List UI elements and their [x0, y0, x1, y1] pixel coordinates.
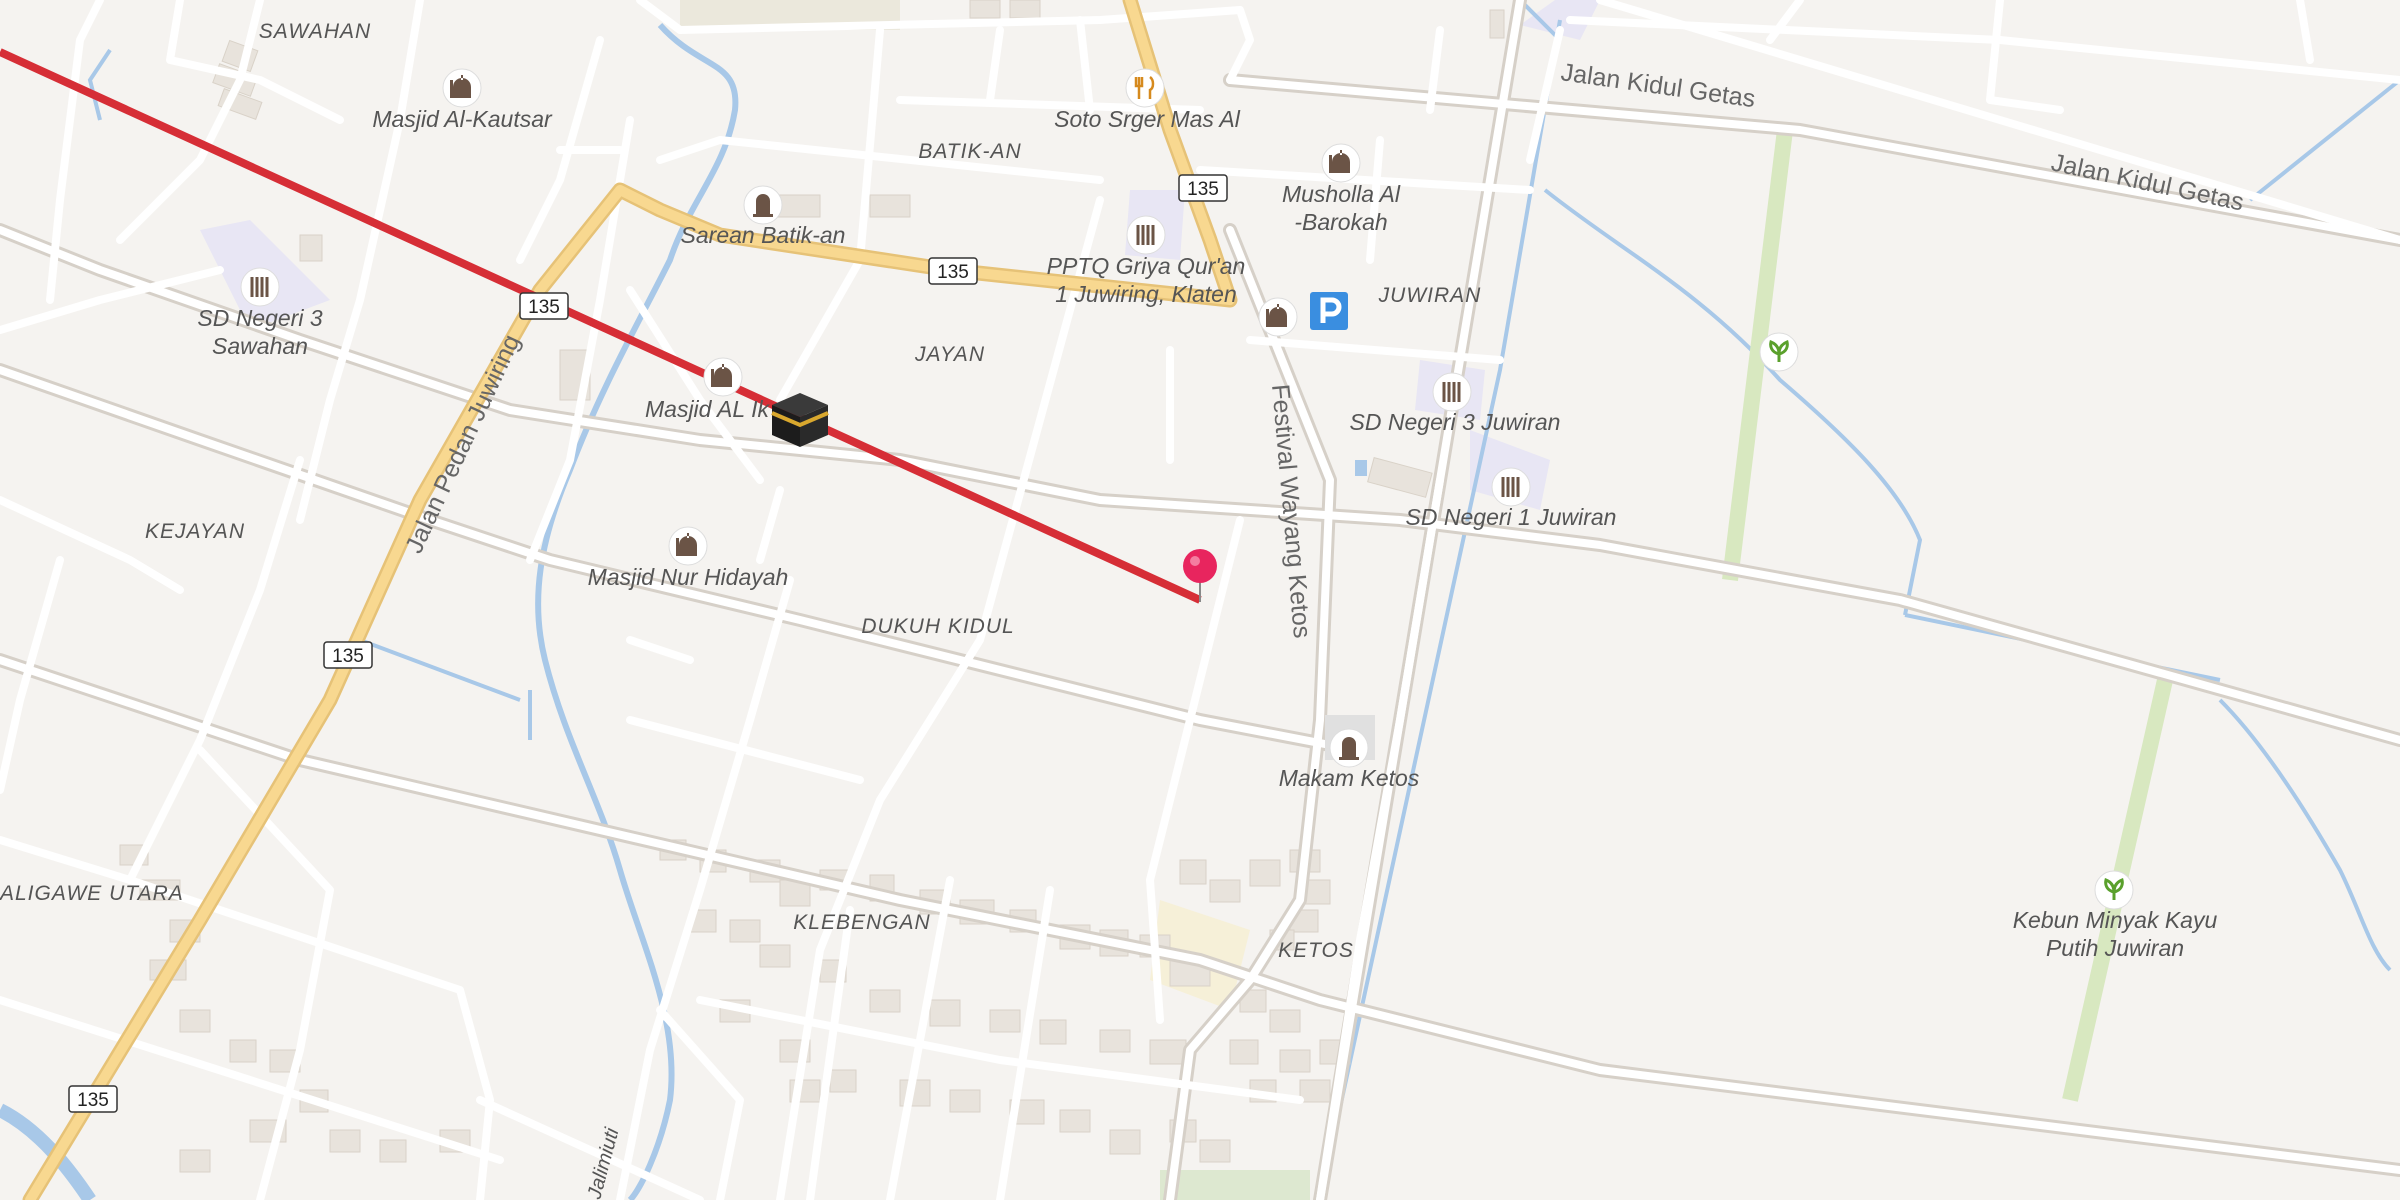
grave-icon [743, 185, 783, 225]
route-shield-label: 135 [332, 646, 364, 667]
mosque-icon [442, 68, 482, 108]
place-label-dukuh-kidul: DUKUH KIDUL [861, 615, 1014, 638]
poi-label: Soto Srger Mas Al [1054, 106, 1241, 132]
poi-label: Masjid AL Ik [645, 396, 770, 422]
route-shield-label: 135 [937, 262, 969, 283]
route-shield-label: 135 [1187, 179, 1219, 200]
place-label-kejayan: KEJAYAN [145, 520, 245, 543]
place-label-klebengan: KLEBENGAN [793, 911, 930, 934]
poi-label: SD Negeri 3 [197, 305, 322, 331]
route-shield: 135 [928, 257, 978, 285]
map-canvas[interactable]: 135 135 135 135 135 Jalan Kidul Getas Ja… [0, 0, 2400, 1200]
poi-label: Sawahan [212, 333, 308, 359]
poi-label: Putih Juwiran [2046, 935, 2184, 961]
school-icon [240, 267, 280, 307]
route-shield-label: 135 [528, 297, 560, 318]
place-label-sawahan: SAWAHAN [259, 20, 371, 43]
grave-icon [1329, 728, 1369, 768]
pond [1355, 460, 1367, 476]
poi-label: Sarean Batik-an [681, 222, 846, 248]
place-label-aligawe-utara: ALIGAWE UTARA [0, 882, 184, 905]
restaurant-icon [1125, 68, 1165, 108]
poi-label: SD Negeri 1 Juwiran [1406, 504, 1617, 530]
garden-icon [1759, 332, 1799, 372]
place-label-jayan: JAYAN [914, 343, 985, 366]
route-shield: 135 [68, 1085, 118, 1113]
school-icon [1432, 372, 1472, 412]
school-icon [1126, 215, 1166, 255]
poi-label: Masjid Al-Kautsar [372, 106, 553, 132]
poi-label: SD Negeri 3 Juwiran [1350, 409, 1561, 435]
poi-label: Makam Ketos [1279, 765, 1420, 791]
poi-mosque-juwiring[interactable] [1258, 297, 1298, 337]
mosque-icon [703, 357, 743, 397]
route-shield: 135 [323, 641, 373, 669]
route-shield: 135 [519, 292, 569, 320]
parking-icon [1310, 292, 1348, 330]
mosque-icon [668, 526, 708, 566]
poi-garden-north[interactable] [1759, 332, 1799, 372]
mosque-icon [1321, 143, 1361, 183]
route-shield-label: 135 [77, 1090, 109, 1111]
place-label-batik-an: BATIK-AN [918, 140, 1021, 163]
place-label-ketos: KETOS [1278, 939, 1354, 962]
poi-label: PPTQ Griya Qur'an [1047, 253, 1246, 279]
parking-marker[interactable] [1310, 292, 1348, 330]
poi-label: Musholla Al [1282, 181, 1401, 207]
mosque-icon [1258, 297, 1298, 337]
poi-label: 1 Juwiring, Klaten [1055, 281, 1237, 307]
route-shield: 135 [1178, 174, 1228, 202]
poi-label: -Barokah [1294, 209, 1387, 235]
school-icon [1491, 467, 1531, 507]
poi-label: Masjid Nur Hidayah [588, 564, 789, 590]
garden-icon [2094, 870, 2134, 910]
place-label-juwiran: JUWIRAN [1378, 284, 1482, 307]
poi-label: Kebun Minyak Kayu [2013, 907, 2218, 933]
